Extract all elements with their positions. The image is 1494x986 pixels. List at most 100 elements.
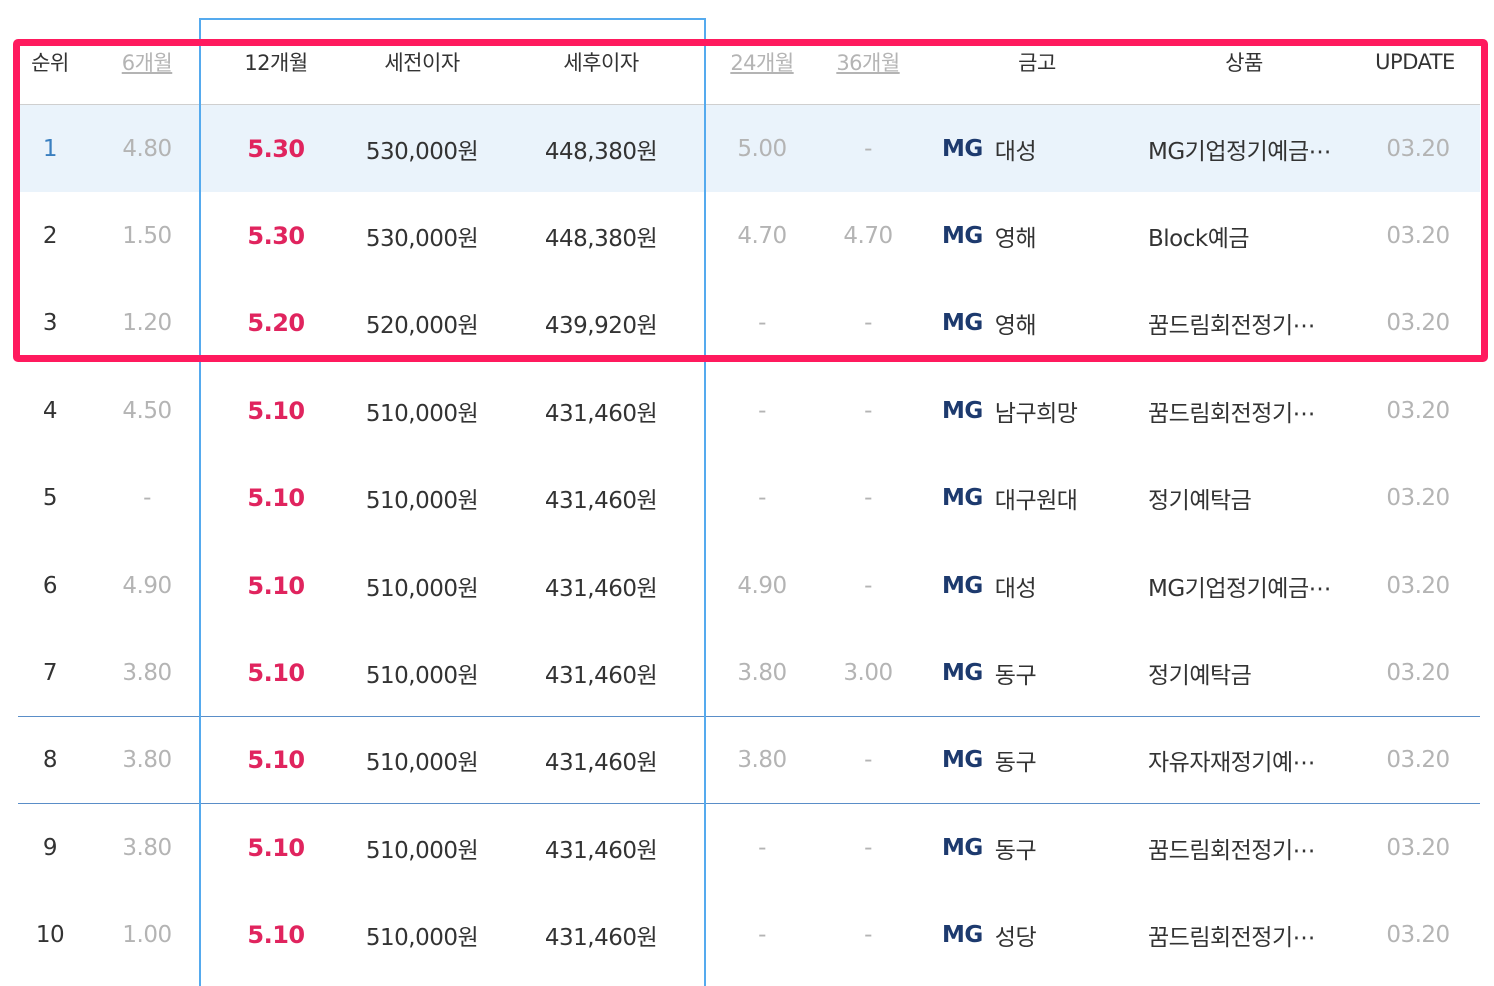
rate-36-month: -	[864, 922, 872, 949]
product-link[interactable]: 꿈드림회전정기⋯	[1148, 892, 1348, 979]
bank-cell[interactable]: MG 대구원대	[942, 455, 1132, 542]
table-row[interactable]: 1 4.80 5.30 530,000원 448,380원 5.00 - MG 대성 MG기업정기…	[18, 105, 1480, 192]
rate-6-month: -	[143, 485, 151, 512]
product-link[interactable]: MG기업정기예금⋯	[1148, 542, 1348, 629]
pre-tax-interest: 510,000원	[365, 750, 479, 777]
rate-12-month: 5.10	[247, 921, 305, 950]
product-link[interactable]: 꿈드림회전정기⋯	[1148, 804, 1348, 891]
pre-tax-interest: 510,000원	[365, 488, 479, 515]
update-date: 03.20	[1386, 397, 1450, 424]
product-link[interactable]: 정기예탁금	[1148, 455, 1348, 542]
rate-36-month: -	[864, 485, 872, 512]
post-tax-interest: 431,460원	[544, 575, 658, 602]
mg-logo: MG	[942, 747, 983, 774]
header-6-month-sort[interactable]: 6개월	[94, 20, 200, 104]
mg-logo: MG	[942, 310, 983, 337]
bank-cell[interactable]: MG 동구	[942, 629, 1132, 716]
rank-cell: 4	[42, 397, 58, 424]
mg-logo: MG	[942, 572, 983, 599]
bank-cell[interactable]: MG 영해	[942, 280, 1132, 367]
header-bank: 금고	[1018, 51, 1056, 75]
rate-12-month: 5.20	[247, 309, 305, 338]
table-row[interactable]: 10 1.00 5.10 510,000원 431,460원 - - MG 성당 꿈드림회전정기⋯…	[18, 892, 1480, 979]
pre-tax-interest: 520,000원	[365, 313, 479, 340]
rate-12-month: 5.30	[247, 134, 305, 163]
rate-24-month: -	[758, 485, 766, 512]
post-tax-interest: 431,460원	[544, 662, 658, 689]
product-link[interactable]: 자유자재정기예⋯	[1148, 717, 1348, 804]
rate-6-month: 3.80	[122, 747, 172, 774]
pre-tax-interest: 510,000원	[365, 400, 479, 427]
product-link[interactable]: 꿈드림회전정기⋯	[1148, 280, 1348, 367]
table-row[interactable]: 3 1.20 5.20 520,000원 439,920원 - - MG 영해 꿈드림회전정기⋯ 0…	[18, 280, 1480, 367]
rank-cell: 9	[42, 834, 58, 861]
update-date: 03.20	[1386, 659, 1450, 686]
rate-12-month: 5.30	[247, 221, 305, 250]
rate-12-month: 5.10	[247, 571, 305, 600]
bank-name: 동구	[994, 750, 1037, 777]
table-row[interactable]: 8 3.80 5.10 510,000원 431,460원 3.80 - MG 동구 자유자재정기…	[18, 717, 1480, 804]
bank-cell[interactable]: MG 동구	[942, 804, 1132, 891]
pre-tax-interest: 510,000원	[365, 837, 479, 864]
product-link[interactable]: 정기예탁금	[1148, 629, 1348, 716]
bank-name: 성당	[994, 925, 1037, 952]
header-post-tax-interest: 세후이자	[563, 51, 639, 75]
rate-12-month: 5.10	[247, 833, 305, 862]
product-link[interactable]: 꿈드림회전정기⋯	[1148, 367, 1348, 454]
header-12-month: 12개월	[244, 51, 308, 75]
rate-36-month: -	[864, 310, 872, 337]
post-tax-interest: 439,920원	[544, 313, 658, 340]
update-date: 03.20	[1386, 922, 1450, 949]
bank-cell[interactable]: MG 성당	[942, 892, 1132, 979]
mg-logo: MG	[942, 397, 983, 424]
rate-24-month: 3.80	[737, 659, 787, 686]
table-row[interactable]: 5 - 5.10 510,000원 431,460원 - - MG 대구원대 정기예탁금 03.20	[18, 455, 1480, 542]
mg-logo: MG	[942, 135, 983, 162]
rate-24-month: 4.70	[737, 222, 787, 249]
pre-tax-interest: 530,000원	[365, 225, 479, 252]
mg-logo: MG	[942, 485, 983, 512]
bank-cell[interactable]: MG 남구희망	[942, 367, 1132, 454]
bank-cell[interactable]: MG 동구	[942, 717, 1132, 804]
table-row[interactable]: 6 4.90 5.10 510,000원 431,460원 4.90 - MG 대성 MG기업정기…	[18, 542, 1480, 629]
update-date: 03.20	[1386, 222, 1450, 249]
table-row[interactable]: 2 1.50 5.30 530,000원 448,380원 4.70 4.70 MG 영해 Blo…	[18, 192, 1480, 279]
rate-6-month: 1.00	[122, 922, 172, 949]
pre-tax-interest: 510,000원	[365, 575, 479, 602]
rate-12-month: 5.10	[247, 658, 305, 687]
rate-24-month: 5.00	[737, 135, 787, 162]
rate-6-month: 1.50	[122, 222, 172, 249]
bank-cell[interactable]: MG 영해	[942, 192, 1132, 279]
rate-24-month: -	[758, 310, 766, 337]
rank-cell: 10	[35, 922, 65, 949]
update-date: 03.20	[1386, 572, 1450, 599]
bank-name: 대성	[994, 138, 1037, 165]
rate-36-month: -	[864, 135, 872, 162]
bank-cell[interactable]: MG 대성	[942, 105, 1132, 192]
bank-name: 영해	[994, 225, 1037, 252]
bank-name: 대성	[994, 575, 1037, 602]
bank-cell[interactable]: MG 대성	[942, 542, 1132, 629]
rate-24-month: -	[758, 922, 766, 949]
rank-cell: 6	[42, 572, 58, 599]
rate-36-month: -	[864, 834, 872, 861]
product-link[interactable]: MG기업정기예금⋯	[1148, 105, 1348, 192]
table-row[interactable]: 4 4.50 5.10 510,000원 431,460원 - - MG 남구희망 꿈드림회전정기…	[18, 367, 1480, 454]
rank-cell: 1	[42, 135, 58, 162]
rate-24-month: 4.90	[737, 572, 787, 599]
rank-cell: 5	[42, 485, 58, 512]
bank-name: 영해	[994, 313, 1037, 340]
bank-name: 동구	[994, 837, 1037, 864]
mg-logo: MG	[942, 922, 983, 949]
rate-36-month: -	[864, 397, 872, 424]
rate-6-month: 4.50	[122, 397, 172, 424]
row-divider	[18, 715, 1480, 717]
table-row[interactable]: 9 3.80 5.10 510,000원 431,460원 - - MG 동구 꿈드림회전정기⋯ 0…	[18, 804, 1480, 891]
post-tax-interest: 431,460원	[544, 750, 658, 777]
product-link[interactable]: Block예금	[1148, 192, 1348, 279]
header-36-month-sort[interactable]: 36개월	[816, 20, 920, 104]
bank-name: 남구희망	[994, 400, 1078, 427]
header-24-month-sort[interactable]: 24개월	[708, 20, 816, 104]
bank-name: 동구	[994, 662, 1037, 689]
table-row[interactable]: 7 3.80 5.10 510,000원 431,460원 3.80 3.00 MG 동구 정기예…	[18, 629, 1480, 716]
